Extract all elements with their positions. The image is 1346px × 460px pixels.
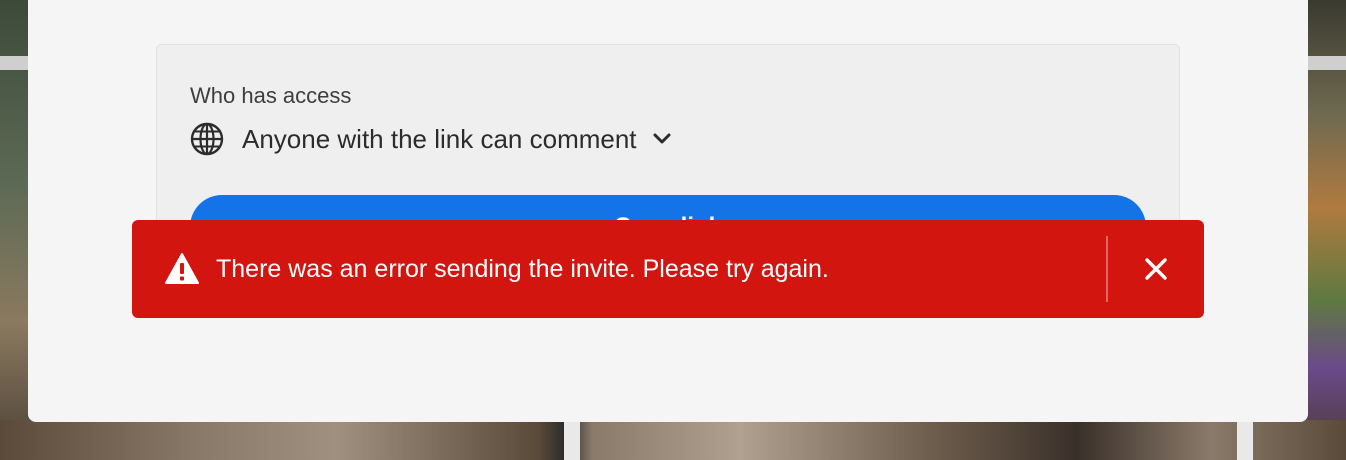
share-dialog: Who has access Anyone with the link can … [28, 0, 1308, 422]
toast-message: There was an error sending the invite. P… [216, 254, 829, 283]
globe-icon [190, 122, 224, 156]
background-photo-bottom [0, 420, 1346, 460]
close-button[interactable] [1142, 255, 1170, 283]
background-strip [1306, 56, 1346, 70]
alert-triangle-icon [165, 253, 199, 284]
toast-divider [1106, 236, 1108, 302]
access-label: Who has access [190, 83, 352, 108]
error-toast: There was an error sending the invite. P… [132, 220, 1204, 318]
access-panel: Who has access Anyone with the link can … [156, 44, 1180, 244]
access-dropdown[interactable]: Anyone with the link can comment [190, 121, 673, 157]
background-gutter [1237, 420, 1253, 460]
access-value: Anyone with the link can comment [242, 123, 637, 154]
close-icon [1145, 258, 1167, 280]
background-strip [0, 56, 30, 70]
background-gutter [564, 420, 580, 460]
chevron-down-icon [653, 133, 671, 144]
